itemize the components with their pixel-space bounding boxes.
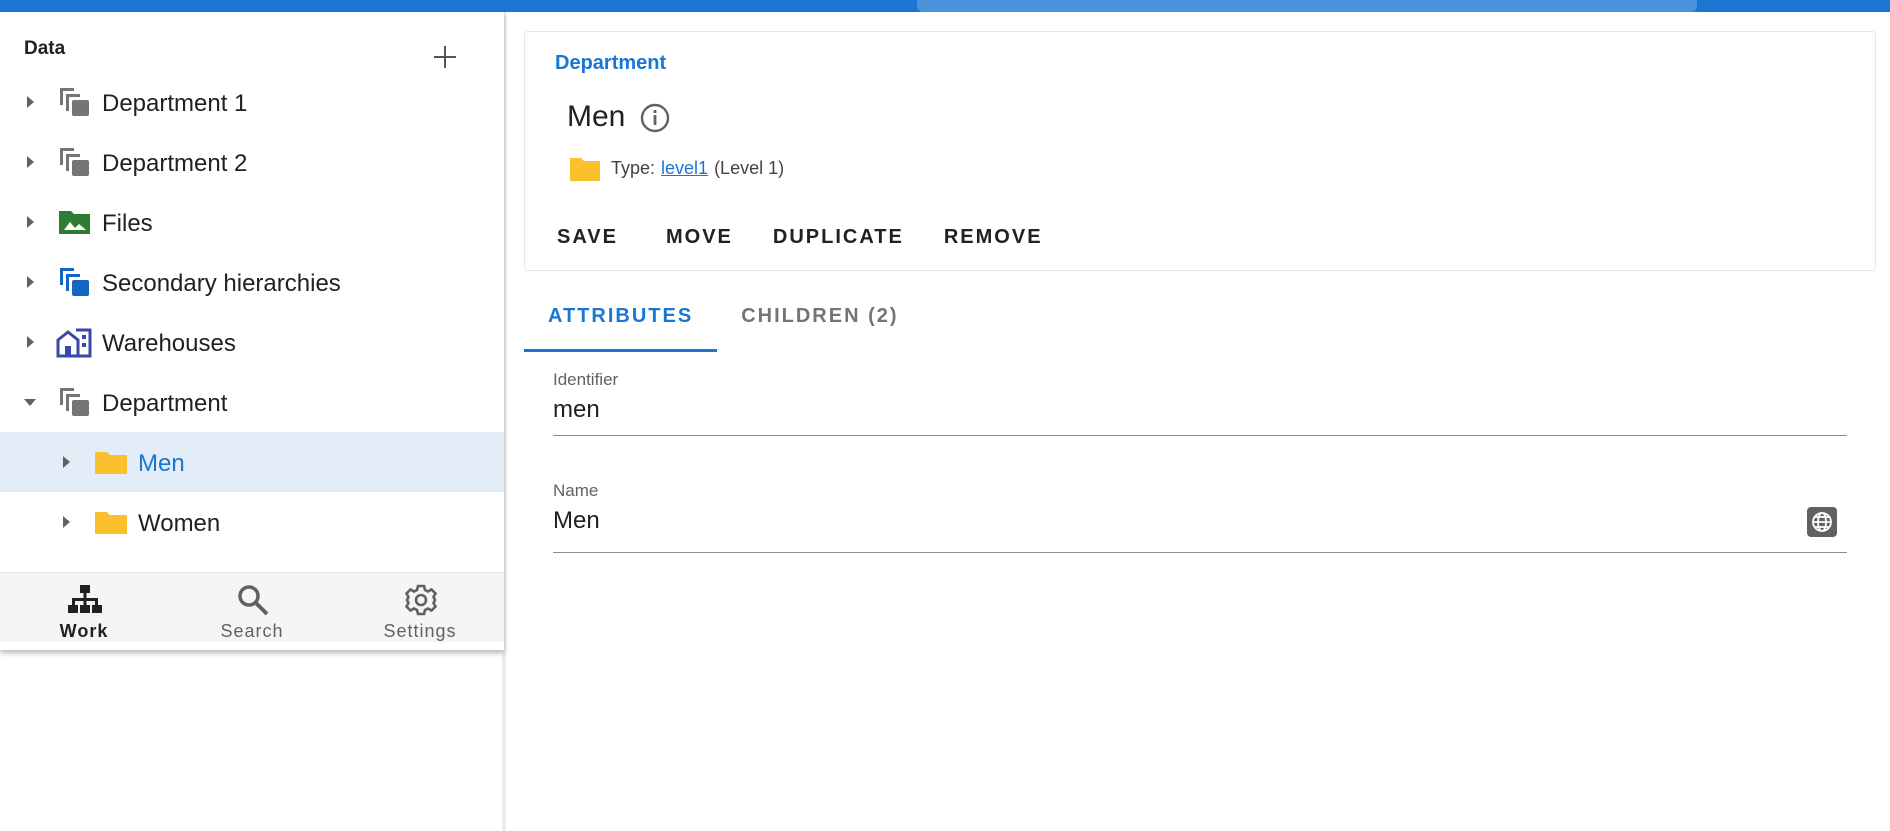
type-link[interactable]: level1: [661, 158, 708, 179]
nav-label: Search: [220, 621, 284, 641]
identifier-input[interactable]: [553, 396, 1783, 424]
chevron-right-icon[interactable]: [27, 96, 34, 108]
tree-item-label: Department: [102, 390, 228, 417]
chevron-right-icon[interactable]: [27, 156, 34, 168]
folder-icon: [570, 158, 600, 181]
tree-item-department-2[interactable]: Department 2: [0, 132, 504, 192]
sidebar: Data Department 1 Department 2 Files Sec…: [0, 12, 504, 650]
hierarchy-gray-icon: [58, 386, 92, 418]
hierarchy-blue-icon: [58, 266, 92, 298]
tree-item-department-1[interactable]: Department 1: [0, 72, 504, 132]
tree-view: Department 1 Department 2 Files Secondar…: [0, 88, 504, 576]
search-icon: [238, 585, 269, 616]
tab-bar: ATTRIBUTES CHILDREN (2): [524, 296, 923, 352]
chevron-down-icon[interactable]: [24, 399, 36, 406]
nav-label: Settings: [383, 621, 457, 641]
type-suffix: (Level 1): [714, 157, 785, 178]
top-app-bar: [0, 0, 1890, 12]
bottom-navigation: Work Search Settings: [0, 572, 504, 642]
name-field: Name: [553, 481, 1847, 553]
tree-item-warehouses[interactable]: Warehouses: [0, 312, 504, 372]
chevron-right-icon[interactable]: [27, 336, 34, 348]
type-row: Type: level1 (Level 1): [569, 153, 784, 183]
tree-item-men[interactable]: Men: [0, 432, 504, 492]
tree-item-label: Warehouses: [102, 330, 236, 357]
sidebar-header: Data: [0, 12, 504, 72]
tree-item-label: Women: [138, 510, 221, 537]
remove-button[interactable]: REMOVE: [926, 218, 1061, 257]
hierarchy-gray-icon: [58, 86, 92, 118]
action-bar: SAVE MOVE DUPLICATE REMOVE: [539, 218, 1065, 257]
sitemap-icon: [68, 585, 102, 613]
nav-search[interactable]: Search: [168, 573, 336, 643]
identifier-field: Identifier: [553, 370, 1847, 436]
chevron-right-icon[interactable]: [27, 276, 34, 288]
duplicate-button[interactable]: DUPLICATE: [755, 218, 922, 257]
top-bar-highlight: [917, 0, 1697, 12]
nav-settings[interactable]: Settings: [336, 573, 504, 643]
move-button[interactable]: MOVE: [648, 218, 751, 257]
chevron-right-icon[interactable]: [27, 216, 34, 228]
info-icon[interactable]: [639, 102, 671, 134]
name-label: Name: [553, 481, 599, 500]
nav-work[interactable]: Work: [0, 573, 168, 643]
translate-button[interactable]: [1807, 507, 1837, 537]
name-input[interactable]: [553, 507, 1783, 535]
tree-item-secondary-hierarchies[interactable]: Secondary hierarchies: [0, 252, 504, 312]
detail-header-card: Department Men Type: level1 (Level 1) SA…: [524, 31, 1876, 271]
tree-item-files[interactable]: Files: [0, 192, 504, 252]
tab-children[interactable]: CHILDREN (2): [717, 296, 922, 352]
gear-icon: [404, 584, 438, 616]
tree-item-label: Secondary hierarchies: [102, 270, 341, 297]
tab-attributes[interactable]: ATTRIBUTES: [524, 296, 718, 352]
save-button[interactable]: SAVE: [539, 218, 636, 257]
page-title: Men: [567, 100, 626, 133]
type-prefix: Type:: [611, 157, 656, 178]
breadcrumb[interactable]: Department: [555, 52, 666, 75]
image-folder-icon: [58, 206, 92, 238]
tree-item-label: Department 1: [102, 90, 248, 117]
hierarchy-gray-icon: [58, 146, 92, 178]
tree-item-department[interactable]: Department: [0, 372, 504, 432]
globe-icon: [1812, 512, 1832, 532]
identifier-label: Identifier: [553, 370, 619, 389]
tree-item-label: Files: [102, 210, 153, 237]
tree-item-label: Department 2: [102, 150, 248, 177]
plus-icon[interactable]: [428, 40, 462, 74]
chevron-right-icon[interactable]: [63, 456, 70, 468]
sidebar-title: Data: [24, 38, 66, 59]
folder-icon: [94, 506, 128, 538]
chevron-right-icon[interactable]: [63, 516, 70, 528]
tree-item-label: Men: [138, 450, 185, 477]
tree-item-women[interactable]: Women: [0, 492, 504, 552]
building-icon: [56, 326, 92, 358]
folder-icon: [94, 446, 128, 478]
nav-label: Work: [59, 621, 109, 641]
